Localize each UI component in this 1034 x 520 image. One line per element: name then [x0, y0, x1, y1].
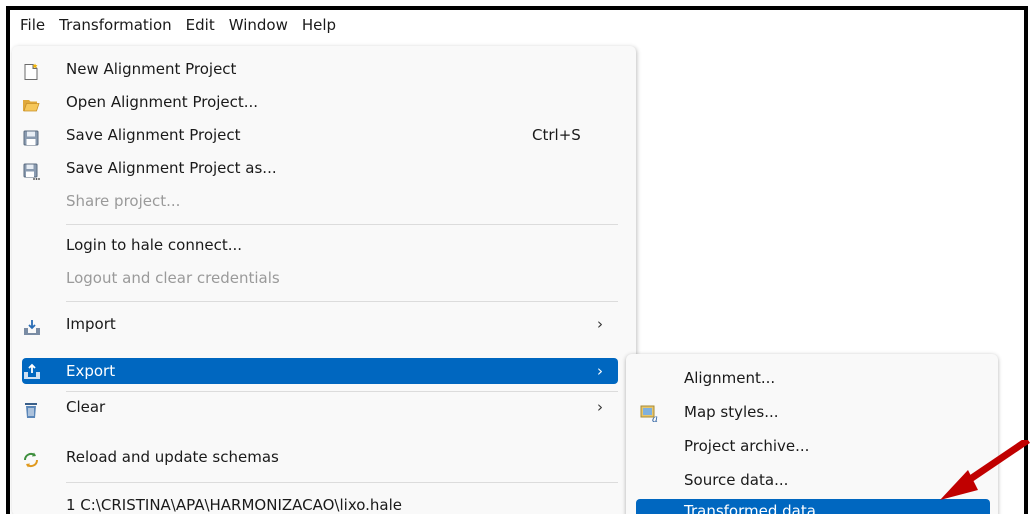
export-alignment[interactable]: Alignment...	[626, 362, 990, 395]
menu-item-label: Login to hale connect...	[66, 236, 243, 254]
menu-item-label: Logout and clear credentials	[66, 269, 280, 287]
menu-separator	[66, 301, 618, 302]
menu-item-label: Clear	[66, 398, 106, 416]
menu-item-label: Import	[66, 315, 116, 333]
submenu-arrow-icon: ›	[597, 398, 603, 416]
menu-transformation[interactable]: Transformation	[52, 10, 179, 40]
menu-item-label: Save Alignment Project as...	[66, 159, 277, 177]
menu-item-clear[interactable]: Clear ›	[12, 391, 618, 424]
menu-window[interactable]: Window	[222, 10, 295, 40]
menu-item-label: Export	[66, 362, 116, 380]
menu-item-logout: Logout and clear credentials	[12, 262, 618, 295]
menu-separator	[66, 482, 618, 483]
menu-bar: File Transformation Edit Window Help	[10, 10, 1024, 40]
save-as-icon	[22, 159, 40, 180]
menu-separator	[66, 224, 618, 225]
new-file-icon	[22, 60, 40, 80]
annotation-arrow-icon	[940, 440, 1030, 500]
submenu-item-label: Map styles...	[684, 403, 779, 421]
menu-item-label: New Alignment Project	[66, 60, 237, 78]
shortcut-label: Ctrl+S	[532, 126, 581, 144]
menu-item-label: Save Alignment Project	[66, 126, 241, 144]
menu-item-label: Open Alignment Project...	[66, 93, 259, 111]
import-icon	[22, 315, 40, 335]
submenu-item-label: Transformed data...	[684, 502, 831, 514]
menu-item-new-project[interactable]: New Alignment Project	[12, 53, 618, 86]
submenu-item-label: Source data...	[684, 471, 789, 489]
export-map-styles[interactable]: a Map styles...	[626, 396, 990, 429]
submenu-item-label: Alignment...	[684, 369, 776, 387]
map-styles-icon: a	[640, 403, 660, 425]
export-icon	[22, 362, 40, 380]
file-menu: New Alignment Project Open Alignment Pro…	[12, 46, 636, 514]
menu-item-export[interactable]: Export ›	[22, 358, 618, 384]
menu-item-label: Share project...	[66, 192, 181, 210]
menu-item-save-project[interactable]: Save Alignment Project Ctrl+S	[12, 119, 618, 152]
save-icon	[22, 126, 40, 146]
menu-item-recent-file[interactable]: 1 C:\CRISTINA\APA\HARMONIZACAO\lixo.hale	[12, 489, 618, 514]
menu-help[interactable]: Help	[295, 10, 343, 40]
submenu-arrow-icon: ›	[597, 315, 603, 333]
folder-open-icon	[22, 93, 40, 112]
menu-file[interactable]: File	[16, 10, 52, 40]
menu-item-save-project-as[interactable]: Save Alignment Project as...	[12, 152, 618, 185]
trash-icon	[22, 398, 40, 418]
menu-edit[interactable]: Edit	[179, 10, 222, 40]
svg-text:a: a	[652, 414, 658, 424]
menu-item-share-project: Share project...	[12, 185, 618, 218]
menu-item-label: 1 C:\CRISTINA\APA\HARMONIZACAO\lixo.hale	[66, 496, 403, 514]
menu-item-reload-schemas[interactable]: Reload and update schemas	[12, 441, 618, 474]
menu-item-label: Reload and update schemas	[66, 448, 279, 466]
menu-item-login[interactable]: Login to hale connect...	[12, 229, 618, 262]
submenu-arrow-icon: ›	[597, 362, 603, 380]
reload-icon	[22, 448, 40, 468]
submenu-item-label: Project archive...	[684, 437, 810, 455]
menu-item-import[interactable]: Import ›	[12, 308, 618, 341]
app-window: File Transformation Edit Window Help New…	[6, 6, 1028, 514]
menu-item-open-project[interactable]: Open Alignment Project...	[12, 86, 618, 119]
